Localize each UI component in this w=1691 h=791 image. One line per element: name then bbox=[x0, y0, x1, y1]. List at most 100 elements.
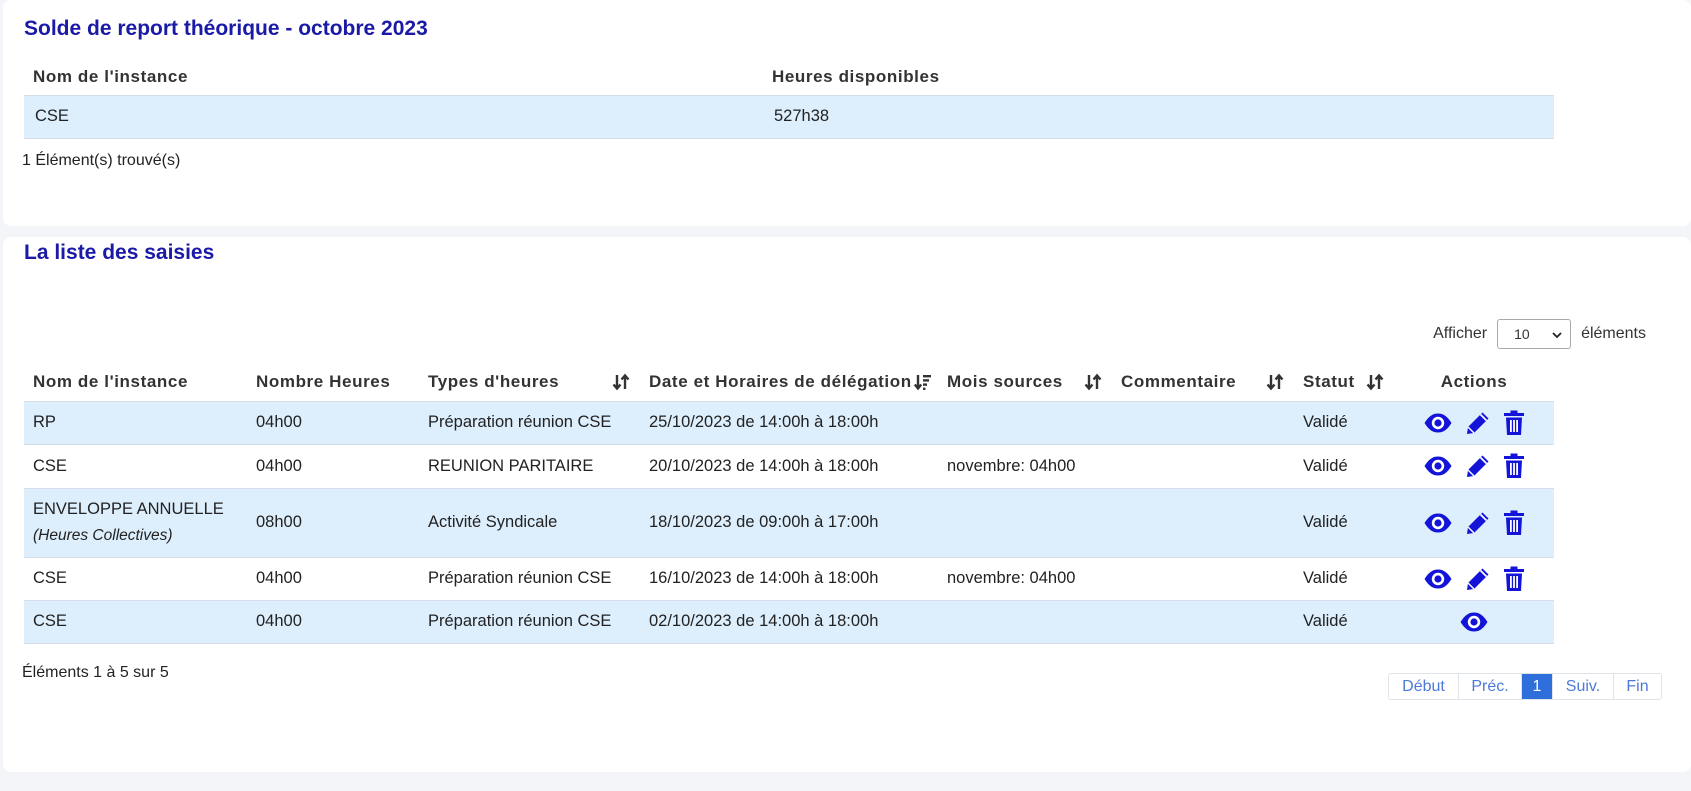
cell-date: 25/10/2023 de 14:00h à 18:00h bbox=[640, 400, 938, 444]
page-length-control: Afficher 10 éléments bbox=[1433, 319, 1646, 349]
eye-icon[interactable] bbox=[1423, 568, 1453, 590]
instance-note: (Heures Collectives) bbox=[33, 527, 173, 544]
table-row: RP 04h00 Préparation réunion CSE 25/10/2… bbox=[24, 400, 1554, 444]
summary-card: Solde de report théorique - octobre 2023… bbox=[3, 0, 1691, 226]
eye-icon[interactable] bbox=[1459, 611, 1489, 633]
cell-types: Activité Syndicale bbox=[419, 487, 640, 557]
pagination-first[interactable]: Début bbox=[1389, 674, 1459, 699]
pagination-last[interactable]: Fin bbox=[1614, 674, 1661, 699]
cell-date: 16/10/2023 de 14:00h à 18:00h bbox=[640, 556, 938, 600]
cell-instance: RP bbox=[24, 400, 247, 444]
cell-actions bbox=[1394, 599, 1554, 644]
cell-commentaire bbox=[1112, 599, 1294, 644]
col-header-mois[interactable]: Mois sources bbox=[938, 363, 1112, 401]
cell-instance: CSE bbox=[24, 556, 247, 600]
cell-nombre: 04h00 bbox=[247, 443, 419, 488]
sort-both-icon[interactable] bbox=[1366, 373, 1384, 391]
cell-nombre: 04h00 bbox=[247, 400, 419, 444]
sort-both-icon[interactable] bbox=[1266, 373, 1284, 391]
eye-icon[interactable] bbox=[1423, 512, 1453, 534]
list-title: La liste des saisies bbox=[24, 241, 215, 264]
cell-types: Préparation réunion CSE bbox=[419, 556, 640, 600]
pencil-icon[interactable] bbox=[1465, 566, 1491, 592]
cell-statut: Validé bbox=[1294, 487, 1394, 557]
table-row: CSE 04h00 Préparation réunion CSE 02/10/… bbox=[24, 599, 1554, 644]
summary-table: Nom de l'instance Heures disponibles CSE… bbox=[24, 59, 1554, 139]
col-header-instance[interactable]: Nom de l'instance bbox=[24, 363, 247, 401]
table-row: CSE 527h38 bbox=[24, 94, 1554, 139]
instance-name: ENVELOPPE ANNUELLE bbox=[33, 500, 224, 518]
cell-types: REUNION PARITAIRE bbox=[419, 443, 640, 488]
cell-statut: Validé bbox=[1294, 556, 1394, 600]
eye-icon[interactable] bbox=[1423, 412, 1453, 434]
summary-title: Solde de report théorique - octobre 2023 bbox=[24, 17, 428, 40]
cell-heures: 527h38 bbox=[763, 94, 1554, 139]
summary-info: 1 Élément(s) trouvé(s) bbox=[22, 152, 181, 169]
page-length-value: 10 bbox=[1514, 326, 1530, 342]
cell-nombre: 04h00 bbox=[247, 599, 419, 644]
table-row: ENVELOPPE ANNUELLE (Heures Collectives) … bbox=[24, 487, 1554, 557]
cell-mois bbox=[938, 487, 1112, 557]
trash-icon[interactable] bbox=[1503, 566, 1525, 592]
col-header-nombre[interactable]: Nombre Heures bbox=[247, 363, 419, 401]
pencil-icon[interactable] bbox=[1465, 410, 1491, 436]
instance-name: CSE bbox=[33, 612, 67, 630]
cell-mois: novembre: 04h00 bbox=[938, 443, 1112, 488]
cell-nombre: 08h00 bbox=[247, 487, 419, 557]
cell-commentaire bbox=[1112, 487, 1294, 557]
cell-date: 20/10/2023 de 14:00h à 18:00h bbox=[640, 443, 938, 488]
table-row: CSE 04h00 REUNION PARITAIRE 20/10/2023 d… bbox=[24, 443, 1554, 488]
cell-nombre: 04h00 bbox=[247, 556, 419, 600]
instance-name: CSE bbox=[33, 456, 67, 475]
cell-instance: CSE bbox=[24, 443, 247, 488]
cell-actions bbox=[1394, 400, 1554, 444]
instance-name: RP bbox=[33, 413, 56, 431]
cell-instance: CSE bbox=[24, 94, 763, 139]
chevron-down-icon bbox=[1552, 326, 1562, 342]
trash-icon[interactable] bbox=[1503, 453, 1525, 479]
col-header-commentaire[interactable]: Commentaire bbox=[1112, 363, 1294, 401]
trash-icon[interactable] bbox=[1503, 510, 1525, 536]
col-header-instance[interactable]: Nom de l'instance bbox=[24, 59, 763, 95]
sort-both-icon[interactable] bbox=[612, 373, 630, 391]
col-header-date[interactable]: Date et Horaires de délégation bbox=[640, 363, 938, 401]
cell-mois bbox=[938, 599, 1112, 644]
page-length-select[interactable]: 10 bbox=[1497, 319, 1572, 349]
pagination-next[interactable]: Suiv. bbox=[1553, 674, 1614, 699]
cell-date: 02/10/2023 de 14:00h à 18:00h bbox=[640, 599, 938, 644]
instance-name: CSE bbox=[33, 569, 67, 587]
pencil-icon[interactable] bbox=[1465, 510, 1491, 536]
cell-instance: ENVELOPPE ANNUELLE (Heures Collectives) bbox=[24, 487, 247, 557]
cell-types: Préparation réunion CSE bbox=[419, 400, 640, 444]
col-header-actions: Actions bbox=[1440, 371, 1508, 391]
col-header-statut[interactable]: Statut bbox=[1294, 363, 1394, 401]
cell-commentaire bbox=[1112, 556, 1294, 600]
cell-statut: Validé bbox=[1294, 443, 1394, 488]
cell-mois: novembre: 04h00 bbox=[938, 556, 1112, 600]
pencil-icon[interactable] bbox=[1465, 453, 1491, 479]
cell-commentaire bbox=[1112, 443, 1294, 488]
cell-date: 18/10/2023 de 09:00h à 17:00h bbox=[640, 487, 938, 557]
pagination-prev[interactable]: Préc. bbox=[1459, 674, 1522, 699]
cell-actions bbox=[1394, 556, 1554, 600]
trash-icon[interactable] bbox=[1503, 410, 1525, 436]
cell-types: Préparation réunion CSE bbox=[419, 599, 640, 644]
length-label-after: éléments bbox=[1581, 325, 1646, 342]
entries-table: Nom de l'instance Nombre Heures Types d'… bbox=[24, 363, 1554, 644]
cell-commentaire bbox=[1112, 400, 1294, 444]
eye-icon[interactable] bbox=[1423, 455, 1453, 477]
cell-statut: Validé bbox=[1294, 400, 1394, 444]
sort-both-icon[interactable] bbox=[1084, 373, 1102, 391]
pagination: Début Préc. 1 Suiv. Fin bbox=[1388, 673, 1662, 700]
cell-actions bbox=[1394, 487, 1554, 557]
cell-instance: CSE bbox=[24, 599, 247, 644]
col-header-heures[interactable]: Heures disponibles bbox=[763, 59, 1554, 95]
entries-card: La liste des saisies Afficher 10 élément… bbox=[3, 237, 1691, 772]
length-label-before: Afficher bbox=[1433, 325, 1488, 342]
table-row: CSE 04h00 Préparation réunion CSE 16/10/… bbox=[24, 556, 1554, 600]
col-header-types[interactable]: Types d'heures bbox=[419, 363, 640, 401]
sort-desc-icon[interactable] bbox=[914, 373, 932, 391]
cell-actions bbox=[1394, 443, 1554, 488]
cell-mois bbox=[938, 400, 1112, 444]
pagination-current[interactable]: 1 bbox=[1522, 674, 1553, 699]
